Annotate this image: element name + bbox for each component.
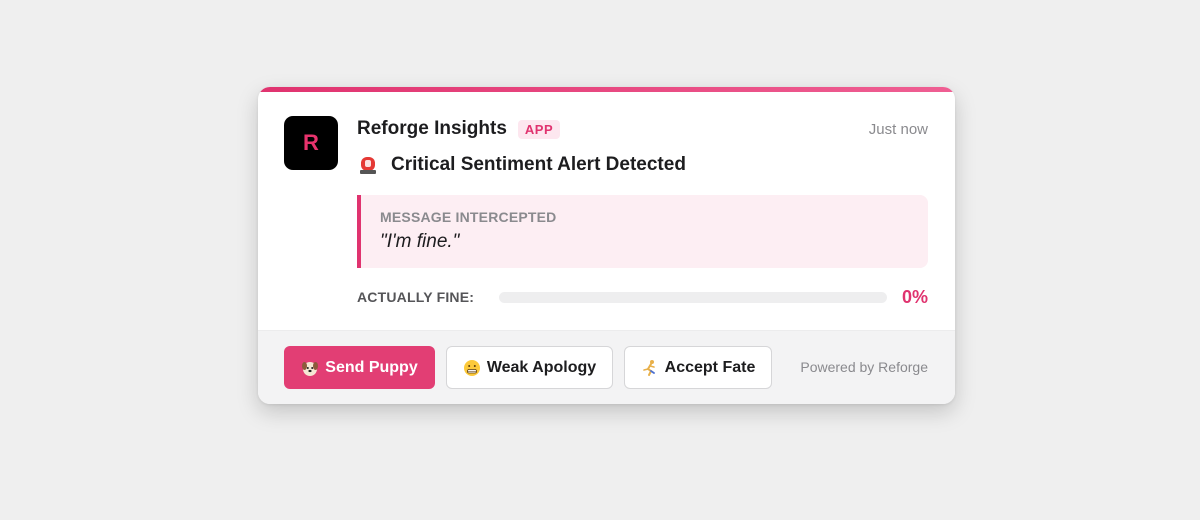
intercept-quote: "I'm fine." [380, 231, 460, 252]
notification-header: Reforge Insights APP Just now [357, 116, 928, 142]
timestamp: Just now [868, 120, 928, 138]
action-footer: Send Puppy Weak Apology Accept Fate Powe… [258, 330, 955, 404]
weak-apology-button[interactable]: Weak Apology [446, 346, 613, 389]
meter-value: 0% [901, 286, 928, 307]
avatar-letter: R [303, 130, 319, 155]
meter-track [499, 291, 887, 303]
alert-title-row: Critical Sentiment Alert Detected [357, 152, 686, 178]
actually-fine-meter: ACTUALLY FINE: 0% [357, 286, 928, 308]
meter-label: ACTUALLY FINE: [357, 289, 475, 305]
app-name: Reforge Insights [357, 118, 507, 139]
siren-icon [357, 154, 379, 176]
accept-fate-label: Accept Fate [664, 358, 756, 376]
puppy-icon [301, 359, 319, 377]
running-person-icon [641, 359, 659, 377]
alert-title: Critical Sentiment Alert Detected [391, 154, 686, 175]
powered-by-text: Powered by Reforge [800, 359, 928, 375]
app-badge: APP [517, 119, 561, 139]
notification-card: R Reforge Insights APP Just now Critical… [258, 87, 955, 404]
accent-bar [258, 87, 955, 92]
grimace-face-icon [463, 359, 481, 377]
intercept-label: MESSAGE INTERCEPTED [380, 209, 557, 225]
send-puppy-label: Send Puppy [325, 358, 418, 376]
app-avatar: R [284, 116, 338, 170]
intercepted-message: MESSAGE INTERCEPTED "I'm fine." [357, 195, 928, 268]
send-puppy-button[interactable]: Send Puppy [284, 346, 435, 389]
accept-fate-button[interactable]: Accept Fate [624, 346, 772, 389]
weak-apology-label: Weak Apology [486, 358, 597, 376]
